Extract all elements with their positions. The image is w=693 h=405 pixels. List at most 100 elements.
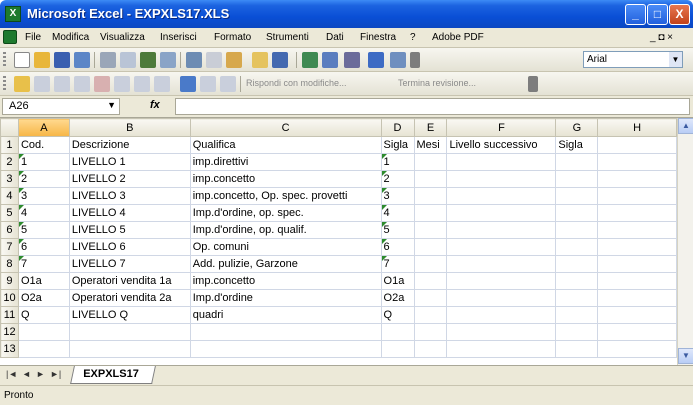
cell-d7[interactable]: 6 bbox=[380, 238, 415, 256]
cell-c10[interactable]: Imp.d'ordine bbox=[189, 289, 382, 307]
cell-g13[interactable] bbox=[555, 340, 599, 358]
review-icon-4[interactable] bbox=[74, 76, 90, 92]
undo-icon[interactable] bbox=[272, 52, 288, 68]
cell-c13[interactable] bbox=[189, 340, 382, 358]
cell-f11[interactable] bbox=[446, 306, 557, 324]
sort-ascending-icon[interactable] bbox=[344, 52, 360, 68]
row-header[interactable]: 11 bbox=[0, 306, 19, 324]
help-icon[interactable] bbox=[390, 52, 406, 68]
menu-finestra[interactable]: Finestra bbox=[360, 32, 396, 43]
row-header[interactable]: 1 bbox=[0, 136, 19, 154]
cell-b3[interactable]: LIVELLO 2 bbox=[68, 170, 191, 188]
cell-h10[interactable] bbox=[597, 289, 677, 307]
row-header[interactable]: 6 bbox=[0, 221, 19, 239]
cell-e4[interactable] bbox=[413, 187, 448, 205]
workbook-icon[interactable] bbox=[3, 30, 17, 44]
cell-d4[interactable]: 3 bbox=[380, 187, 415, 205]
cell-h3[interactable] bbox=[597, 170, 677, 188]
row-header[interactable]: 7 bbox=[0, 238, 19, 256]
cell-a5[interactable]: 4 bbox=[17, 204, 70, 222]
cell-e10[interactable] bbox=[413, 289, 448, 307]
save-icon[interactable] bbox=[54, 52, 70, 68]
permission-icon[interactable] bbox=[74, 52, 90, 68]
cut-icon[interactable] bbox=[186, 52, 202, 68]
scroll-down-icon[interactable]: ▼ bbox=[678, 348, 693, 364]
cell-b6[interactable]: LIVELLO 5 bbox=[68, 221, 191, 239]
cell-a11[interactable]: Q bbox=[17, 306, 70, 324]
cell-h2[interactable] bbox=[597, 153, 677, 171]
cell-d5[interactable]: 4 bbox=[380, 204, 415, 222]
column-header-a[interactable]: A bbox=[17, 118, 70, 137]
cell-f5[interactable] bbox=[446, 204, 557, 222]
sheet-tab-expxls17[interactable]: EXPXLS17 bbox=[70, 366, 156, 384]
cell-d11[interactable]: Q bbox=[380, 306, 415, 324]
row-header[interactable]: 10 bbox=[0, 289, 19, 307]
cell-c5[interactable]: Imp.d'ordine, op. spec. bbox=[189, 204, 382, 222]
column-header-h[interactable]: H bbox=[597, 118, 677, 137]
chevron-down-icon[interactable]: ▼ bbox=[107, 100, 116, 110]
cell-a2[interactable]: 1 bbox=[17, 153, 70, 171]
cell-d2[interactable]: 1 bbox=[380, 153, 415, 171]
cell-g12[interactable] bbox=[555, 323, 599, 341]
menu-help[interactable]: ? bbox=[410, 32, 416, 43]
cell-e6[interactable] bbox=[413, 221, 448, 239]
cell-b12[interactable] bbox=[68, 323, 191, 341]
scroll-up-icon[interactable]: ▲ bbox=[678, 118, 693, 134]
review-icon-11[interactable] bbox=[220, 76, 236, 92]
review-icon-9[interactable] bbox=[180, 76, 196, 92]
cell-b10[interactable]: Operatori vendita 2a bbox=[68, 289, 191, 307]
review-icon-3[interactable] bbox=[54, 76, 70, 92]
chart-wizard-icon[interactable] bbox=[368, 52, 384, 68]
maximize-button[interactable]: □ bbox=[647, 4, 668, 25]
column-header-e[interactable]: E bbox=[413, 118, 448, 137]
cell-f8[interactable] bbox=[446, 255, 557, 273]
cell-a9[interactable]: O1a bbox=[17, 272, 70, 290]
cell-c9[interactable]: imp.concetto bbox=[189, 272, 382, 290]
cell-a7[interactable]: 6 bbox=[17, 238, 70, 256]
toolbar-grip[interactable] bbox=[3, 76, 6, 92]
cell-a13[interactable] bbox=[17, 340, 70, 358]
cell-a4[interactable]: 3 bbox=[17, 187, 70, 205]
cell-f1[interactable]: Livello successivo bbox=[446, 136, 557, 154]
cell-b7[interactable]: LIVELLO 6 bbox=[68, 238, 191, 256]
menu-formato[interactable]: Formato bbox=[214, 32, 251, 43]
excel-icon[interactable]: X bbox=[5, 6, 21, 22]
cell-h9[interactable] bbox=[597, 272, 677, 290]
review-icon-7[interactable] bbox=[134, 76, 150, 92]
research-icon[interactable] bbox=[160, 52, 176, 68]
row-header[interactable]: 9 bbox=[0, 272, 19, 290]
cell-f4[interactable] bbox=[446, 187, 557, 205]
cell-e9[interactable] bbox=[413, 272, 448, 290]
cell-d1[interactable]: Sigla bbox=[380, 136, 415, 154]
review-icon-2[interactable] bbox=[34, 76, 50, 92]
cell-b5[interactable]: LIVELLO 4 bbox=[68, 204, 191, 222]
cell-f7[interactable] bbox=[446, 238, 557, 256]
cell-c12[interactable] bbox=[189, 323, 382, 341]
autosum-icon[interactable] bbox=[322, 52, 338, 68]
font-name-select[interactable]: Arial ▼ bbox=[583, 51, 683, 68]
cell-d13[interactable] bbox=[380, 340, 415, 358]
cell-g4[interactable] bbox=[555, 187, 599, 205]
row-header[interactable]: 8 bbox=[0, 255, 19, 273]
row-header[interactable]: 12 bbox=[0, 323, 19, 341]
reply-with-changes-button[interactable]: Rispondi con modifiche... bbox=[246, 78, 347, 88]
cell-f10[interactable] bbox=[446, 289, 557, 307]
cell-c7[interactable]: Op. comuni bbox=[189, 238, 382, 256]
new-icon[interactable] bbox=[14, 52, 30, 68]
cell-f6[interactable] bbox=[446, 221, 557, 239]
cell-b9[interactable]: Operatori vendita 1a bbox=[68, 272, 191, 290]
cell-e2[interactable] bbox=[413, 153, 448, 171]
row-header[interactable]: 5 bbox=[0, 204, 19, 222]
cell-h6[interactable] bbox=[597, 221, 677, 239]
cell-g1[interactable]: Sigla bbox=[555, 136, 599, 154]
cell-g5[interactable] bbox=[555, 204, 599, 222]
cell-d8[interactable]: 7 bbox=[380, 255, 415, 273]
chevron-down-icon[interactable]: ▼ bbox=[669, 52, 682, 67]
review-icon-6[interactable] bbox=[114, 76, 130, 92]
cell-d3[interactable]: 2 bbox=[380, 170, 415, 188]
name-box[interactable]: A26 ▼ bbox=[2, 98, 120, 115]
select-all-corner[interactable] bbox=[0, 118, 19, 137]
menu-strumenti[interactable]: Strumenti bbox=[266, 32, 309, 43]
cell-e5[interactable] bbox=[413, 204, 448, 222]
cell-h7[interactable] bbox=[597, 238, 677, 256]
